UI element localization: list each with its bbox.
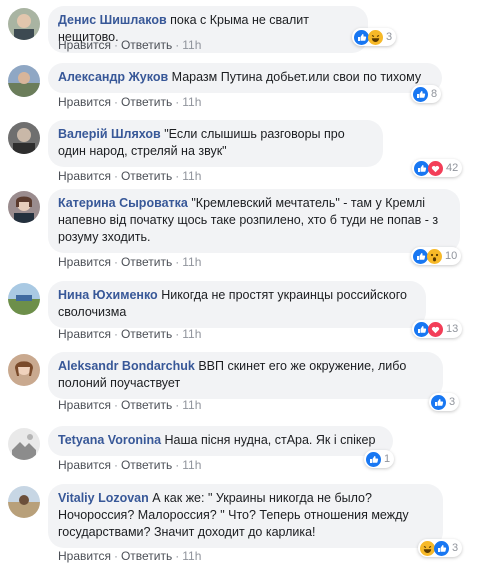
reaction-summary[interactable]: 42 [412, 159, 463, 177]
like-icon [413, 248, 428, 264]
reaction-count: 3 [452, 542, 459, 554]
reply-link[interactable]: Ответить [121, 255, 172, 269]
reaction-summary[interactable]: 3 [429, 393, 460, 411]
avatar[interactable] [8, 428, 40, 460]
comment-bubble: Нина Юхименко Никогда не простят украинц… [48, 281, 426, 328]
reaction-summary[interactable]: 8 [411, 85, 442, 103]
comment-actions: Нравится · Ответить · 11h [58, 255, 202, 269]
avatar[interactable] [8, 8, 40, 40]
comment-bubble: Aleksandr Bondarchuk ВВП скинет его же о… [48, 352, 443, 399]
love-icon [428, 160, 443, 176]
like-link[interactable]: Нравится [58, 169, 111, 183]
avatar[interactable] [8, 122, 40, 154]
comment-bubble: Катерина Сыроватка "Кремлевский мечтател… [48, 189, 460, 253]
avatar[interactable] [8, 354, 40, 386]
reaction-summary[interactable]: 3 [352, 28, 397, 46]
comment-author[interactable]: Денис Шишлаков [58, 13, 167, 27]
reaction-count: 13 [446, 323, 459, 335]
comment-author[interactable]: Катерина Сыроватка [58, 196, 188, 210]
comment-author[interactable]: Валерій Шляхов [58, 127, 161, 141]
reaction-count: 3 [449, 396, 456, 408]
haha-icon [368, 29, 383, 45]
timestamp[interactable]: 11h [182, 169, 201, 183]
comment-author[interactable]: Tetyana Voronina [58, 433, 161, 447]
reply-link[interactable]: Ответить [121, 327, 172, 341]
like-icon [414, 321, 429, 337]
reply-link[interactable]: Ответить [121, 458, 172, 472]
comment-actions: Нравится · Ответить · 11h [58, 95, 202, 109]
comment-text: Маразм Путина добьет.или свои по тихому [171, 70, 422, 84]
like-icon [354, 29, 369, 45]
comment-bubble: Александр Жуков Маразм Путина добьет.или… [48, 63, 442, 93]
love-icon [428, 321, 443, 337]
timestamp[interactable]: 11h [182, 549, 201, 563]
comment-bubble: Валерій Шляхов "Если слышишь разговоры п… [48, 120, 383, 167]
reply-link[interactable]: Ответить [121, 549, 172, 563]
like-link[interactable]: Нравится [58, 327, 111, 341]
like-link[interactable]: Нравится [58, 255, 111, 269]
comment-author[interactable]: Нина Юхименко [58, 288, 158, 302]
comment-bubble: Vitaliy Lozovan А как же: " Украины нико… [48, 484, 443, 548]
haha-icon [420, 540, 435, 556]
timestamp[interactable]: 11h [182, 255, 201, 269]
timestamp[interactable]: 11h [182, 398, 201, 412]
comment-actions: Нравится · Ответить · 11h [58, 458, 202, 472]
reaction-count: 3 [386, 31, 393, 43]
reply-link[interactable]: Ответить [121, 38, 172, 52]
comment-bubble: Tetyana Voronina Наша пісня нудна, стАра… [48, 426, 393, 456]
like-icon [413, 86, 428, 102]
reaction-summary[interactable]: 13 [412, 320, 463, 338]
like-link[interactable]: Нравится [58, 398, 111, 412]
reaction-summary[interactable]: 10 [411, 247, 462, 265]
reaction-count: 10 [445, 250, 458, 262]
timestamp[interactable]: 11h [182, 458, 201, 472]
reaction-summary[interactable]: 1 [364, 450, 395, 468]
timestamp[interactable]: 11h [182, 95, 201, 109]
like-icon [366, 451, 381, 467]
comment-author[interactable]: Vitaliy Lozovan [58, 491, 149, 505]
reaction-count: 42 [446, 162, 459, 174]
like-link[interactable]: Нравится [58, 458, 111, 472]
comment-actions: Нравится · Ответить · 11h [58, 549, 202, 563]
comment-actions: Нравится · Ответить · 11h [58, 398, 202, 412]
comment-author[interactable]: Александр Жуков [58, 70, 168, 84]
like-link[interactable]: Нравится [58, 95, 111, 109]
reaction-summary[interactable]: 3 [418, 539, 463, 557]
like-icon [431, 394, 446, 410]
comment-actions: Нравится · Ответить · 11h [58, 169, 202, 183]
reaction-count: 1 [384, 453, 391, 465]
avatar[interactable] [8, 283, 40, 315]
comment-author[interactable]: Aleksandr Bondarchuk [58, 359, 195, 373]
comment-actions: Нравится · Ответить · 11h [58, 38, 202, 52]
like-icon [434, 540, 449, 556]
avatar[interactable] [8, 191, 40, 223]
like-link[interactable]: Нравится [58, 549, 111, 563]
timestamp[interactable]: 11h [182, 327, 201, 341]
timestamp[interactable]: 11h [182, 38, 201, 52]
like-link[interactable]: Нравится [58, 38, 111, 52]
wow-icon [427, 248, 442, 264]
like-icon [414, 160, 429, 176]
reply-link[interactable]: Ответить [121, 169, 172, 183]
avatar[interactable] [8, 65, 40, 97]
avatar[interactable] [8, 486, 40, 518]
reply-link[interactable]: Ответить [121, 398, 172, 412]
reply-link[interactable]: Ответить [121, 95, 172, 109]
comment-text: Наша пісня нудна, стАра. Як і спікер [164, 433, 376, 447]
reaction-count: 8 [431, 88, 438, 100]
comment-actions: Нравится · Ответить · 11h [58, 327, 202, 341]
